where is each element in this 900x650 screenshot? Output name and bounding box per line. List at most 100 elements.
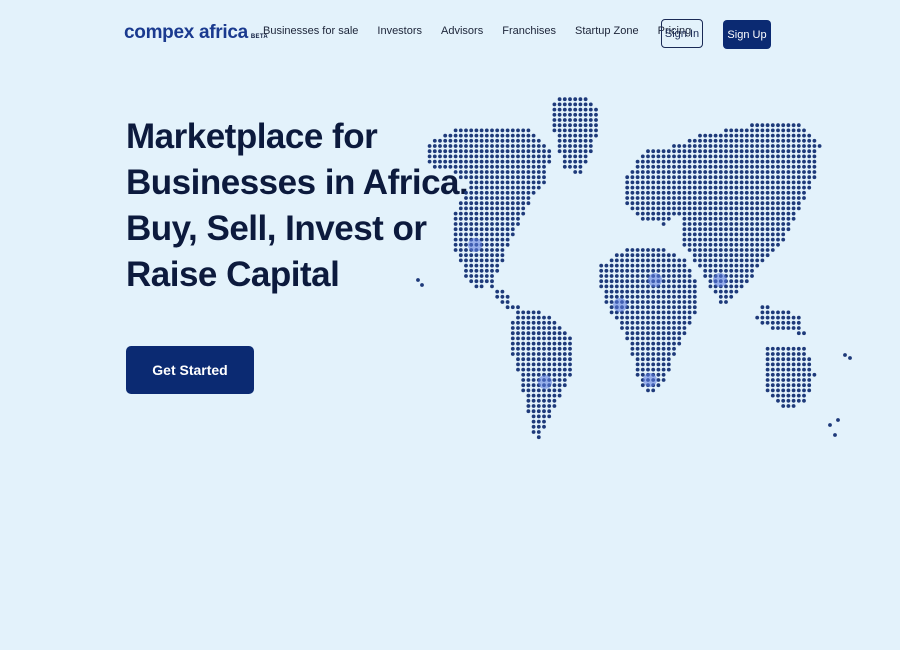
map-dot: [708, 274, 713, 278]
nav-investors[interactable]: Investors: [377, 25, 422, 37]
map-dot: [770, 310, 775, 315]
map-dot: [744, 253, 749, 258]
map-dot: [531, 159, 536, 164]
map-dot: [729, 289, 734, 294]
map-dot: [770, 378, 775, 382]
map-dot: [656, 362, 661, 367]
map-dot: [500, 232, 505, 237]
map-dot: [734, 248, 739, 252]
map-dot: [802, 362, 806, 367]
map-dot: [474, 144, 479, 148]
map-dot: [500, 206, 505, 211]
map-dot: [776, 357, 780, 362]
map-dot: [464, 201, 468, 206]
map-dot: [432, 149, 437, 154]
map-dot: [614, 263, 619, 268]
map-dot: [734, 138, 739, 143]
nav-startup-zone[interactable]: Startup Zone: [575, 25, 639, 37]
map-dot: [729, 258, 734, 263]
map-dot: [755, 133, 760, 138]
map-dot: [765, 320, 770, 325]
map-dot: [484, 138, 489, 143]
map-dot: [490, 185, 494, 190]
map-dot: [760, 138, 765, 143]
map-dot: [536, 367, 541, 372]
map-dot: [484, 201, 489, 206]
map-dot: [786, 159, 791, 164]
map-dot: [609, 289, 614, 294]
map-dot: [557, 107, 562, 112]
map-dot: [484, 144, 489, 148]
map-dot: [510, 185, 515, 190]
map-dot: [724, 248, 728, 252]
map-dot: [765, 388, 770, 393]
map-dot: [729, 164, 734, 169]
map-dot: [807, 362, 812, 367]
get-started-button[interactable]: Get Started: [126, 346, 254, 394]
sign-in-button[interactable]: Sign In: [661, 19, 703, 48]
map-dot: [703, 248, 708, 252]
nav-franchises[interactable]: Franchises: [502, 25, 556, 37]
map-dot: [651, 253, 656, 258]
map-dot: [531, 320, 536, 325]
map-dot: [521, 341, 526, 346]
map-dot: [505, 227, 510, 232]
map-dot: [744, 196, 749, 200]
map-dot: [812, 175, 817, 180]
map-dot: [646, 164, 650, 169]
map-dot: [614, 315, 619, 320]
map-dot: [765, 378, 770, 382]
map-dot: [651, 190, 656, 195]
map-dot: [739, 263, 744, 268]
map-dot: [703, 149, 708, 154]
sign-up-button[interactable]: Sign Up: [723, 20, 771, 49]
map-dot: [687, 154, 692, 159]
map-dot: [573, 154, 578, 159]
map-dot: [770, 201, 775, 206]
map-dot: [516, 305, 520, 310]
map-dot: [682, 274, 687, 278]
map-dot: [661, 274, 666, 278]
map-dot: [635, 367, 640, 372]
map-dot: [666, 268, 671, 273]
map-dot: [474, 232, 479, 237]
map-dot: [802, 357, 806, 362]
map-dot: [531, 409, 536, 414]
map-dot: [812, 164, 817, 169]
map-dot: [464, 242, 468, 247]
map-dot: [651, 336, 656, 341]
map-dot: [692, 232, 697, 237]
map-dot: [703, 263, 708, 268]
logo[interactable]: compex africa BETA: [124, 22, 268, 44]
map-dot: [682, 242, 687, 247]
map-dot: [625, 289, 630, 294]
map-dot: [542, 357, 546, 362]
nav-advisors[interactable]: Advisors: [441, 25, 483, 37]
map-dot: [698, 144, 702, 148]
map-dot: [500, 185, 505, 190]
map-dot: [698, 133, 702, 138]
map-dot: [750, 138, 754, 143]
map-dot: [791, 383, 796, 388]
map-dot: [718, 211, 723, 216]
map-dot: [495, 175, 500, 180]
map-dot: [588, 133, 593, 138]
map-dot: [687, 180, 692, 185]
map-dot: [687, 170, 692, 174]
map-dot: [646, 253, 650, 258]
map-dot: [672, 336, 676, 341]
map-dot: [791, 149, 796, 154]
map-dot: [739, 185, 744, 190]
map-dot: [807, 159, 812, 164]
map-dot: [646, 263, 650, 268]
map-dot: [573, 128, 578, 133]
map-dot: [661, 315, 666, 320]
nav-businesses-for-sale[interactable]: Businesses for sale: [263, 25, 358, 37]
map-dot: [666, 279, 671, 284]
map-dot: [765, 170, 770, 174]
map-dot: [677, 315, 682, 320]
map-dot: [651, 258, 656, 263]
map-dot: [427, 154, 432, 159]
map-dot: [750, 185, 754, 190]
map-dot: [692, 159, 697, 164]
